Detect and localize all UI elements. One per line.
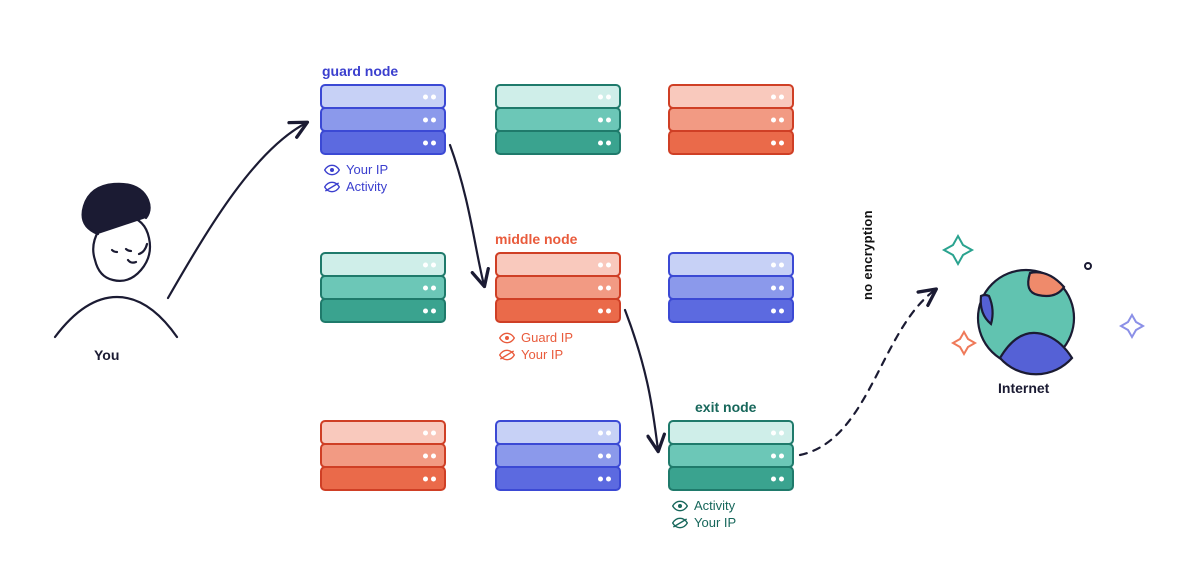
server-guard-node — [320, 84, 446, 153]
label-middle-node: middle node — [495, 231, 577, 247]
label-guard-node: guard node — [322, 63, 398, 79]
eye-closed-icon — [324, 181, 340, 193]
exit-knows: Activity Your IP — [672, 498, 736, 530]
server-row3-col1 — [320, 420, 446, 489]
person-illustration — [55, 184, 177, 337]
eye-open-icon — [324, 164, 340, 176]
server-row1-col3 — [668, 84, 794, 153]
eye-closed-icon — [672, 517, 688, 529]
server-row2-col3 — [668, 252, 794, 321]
guard-knows: Your IP Activity — [324, 162, 388, 194]
middle-sees-text: Guard IP — [521, 330, 573, 345]
exit-hidden-text: Your IP — [694, 515, 736, 530]
eye-closed-icon — [499, 349, 515, 361]
guard-hidden-text: Activity — [346, 179, 387, 194]
middle-hidden-text: Your IP — [521, 347, 563, 362]
middle-knows: Guard IP Your IP — [499, 330, 573, 362]
label-internet: Internet — [998, 380, 1049, 396]
server-row2-col1 — [320, 252, 446, 321]
guard-sees-text: Your IP — [346, 162, 388, 177]
eye-open-icon — [672, 500, 688, 512]
label-no-encryption: no encryption — [860, 210, 875, 300]
server-exit-node — [668, 420, 794, 489]
eye-open-icon — [499, 332, 515, 344]
globe-illustration — [944, 236, 1143, 374]
exit-sees-text: Activity — [694, 498, 735, 513]
label-exit-node: exit node — [695, 399, 756, 415]
server-row3-col2 — [495, 420, 621, 489]
server-row1-col2 — [495, 84, 621, 153]
server-middle-node — [495, 252, 621, 321]
label-you: You — [94, 347, 119, 363]
